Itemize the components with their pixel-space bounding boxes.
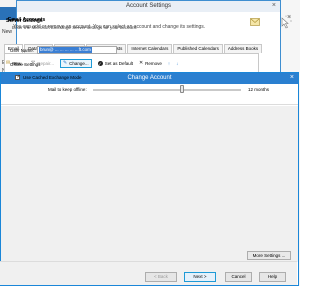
cancel-button[interactable]: Cancel bbox=[225, 272, 252, 282]
mail-to-keep-offline-label: Mail to keep offline: bbox=[48, 87, 87, 92]
back-button[interactable]: < Back bbox=[145, 272, 177, 282]
change-label: Change... bbox=[69, 60, 89, 66]
set-as-default-label: Set as Default bbox=[104, 60, 133, 66]
mail-to-keep-offline-value: 12 months bbox=[248, 87, 270, 92]
use-cached-exchange-mode-checkbox[interactable]: ✓ bbox=[15, 74, 21, 80]
remove-label: Remove bbox=[145, 60, 162, 66]
set-as-default-button[interactable]: ✓ Set as Default bbox=[97, 59, 133, 68]
tab-published-calendars[interactable]: Published Calendars bbox=[173, 44, 223, 53]
account-settings-close-icon[interactable]: × bbox=[272, 2, 276, 9]
change-account-body bbox=[1, 106, 298, 262]
remove-button[interactable]: ✕ Remove bbox=[139, 59, 162, 68]
user-name-value: brun@ ... ... ... ... ...ft.com bbox=[39, 47, 92, 53]
help-button[interactable]: Help bbox=[259, 272, 286, 282]
account-settings-titlebar: Account Settings × bbox=[17, 1, 280, 12]
pointer-cursor-icon bbox=[281, 15, 292, 29]
change-button[interactable]: ✎ Change... bbox=[59, 58, 92, 68]
move-up-icon: ↑ bbox=[167, 60, 171, 66]
move-down-button[interactable]: ↓ bbox=[176, 59, 178, 68]
use-cached-exchange-mode-label: Use Cached Exchange Mode bbox=[23, 75, 82, 80]
change-icon: ✎ bbox=[62, 60, 68, 66]
remove-icon: ✕ bbox=[138, 60, 144, 66]
mail-to-keep-offline-slider-thumb[interactable] bbox=[179, 85, 184, 93]
mail-accounts-icon bbox=[250, 18, 260, 26]
default-check-icon: ✓ bbox=[97, 60, 103, 66]
tab-address-books[interactable]: Address Books bbox=[223, 44, 263, 53]
user-name-label: User Name: bbox=[10, 48, 35, 53]
mail-to-keep-offline-slider[interactable] bbox=[93, 89, 241, 91]
account-settings-title: Account Settings bbox=[125, 3, 172, 9]
server-settings-description: Enter the Microsoft Exchange Server sett… bbox=[12, 25, 138, 30]
offline-settings-label: Offline Settings bbox=[10, 62, 41, 67]
server-settings-title: Server Settings bbox=[6, 18, 43, 24]
change-account-close-icon[interactable]: × bbox=[290, 74, 294, 81]
tab-internet-calendars[interactable]: Internet Calendars bbox=[127, 44, 173, 53]
more-settings-button[interactable]: More Settings ... bbox=[247, 251, 291, 260]
move-down-icon: ↓ bbox=[176, 60, 179, 66]
next-button[interactable]: Next > bbox=[184, 272, 216, 282]
user-name-input[interactable]: brun@ ... ... ... ... ...ft.com bbox=[37, 46, 117, 54]
move-up-button[interactable]: ↑ bbox=[168, 59, 170, 68]
checkmark-icon: ✓ bbox=[16, 74, 21, 80]
